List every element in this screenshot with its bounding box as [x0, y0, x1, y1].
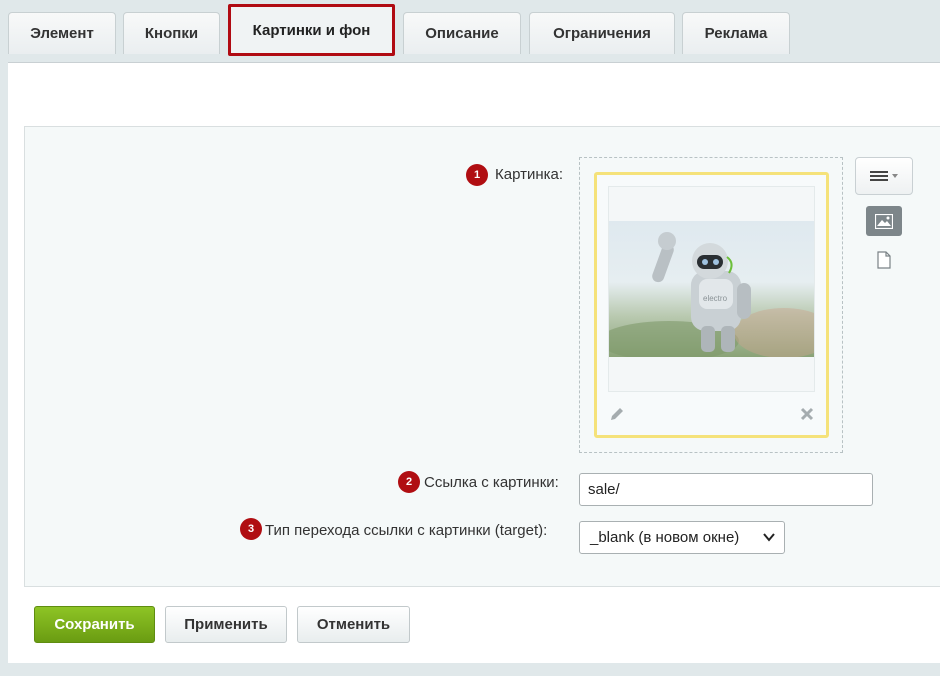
file-type-button[interactable]	[874, 250, 894, 270]
step-badge-3: 3	[240, 518, 262, 540]
image-icon	[875, 213, 893, 229]
tab-label: Элемент	[30, 25, 94, 42]
image-menu-button[interactable]	[855, 157, 913, 195]
step-badge-2: 2	[398, 471, 420, 493]
save-button[interactable]: Сохранить	[34, 606, 155, 643]
tab-label: Реклама	[704, 25, 768, 42]
edit-icon[interactable]	[608, 405, 626, 423]
link-label: Ссылка с картинки:	[424, 474, 559, 491]
tab-pictures-and-background[interactable]: Картинки и фон	[228, 4, 395, 56]
tab-label: Картинки и фон	[252, 21, 371, 39]
image-type-button[interactable]	[866, 206, 902, 236]
robot-image: electro	[609, 221, 814, 357]
robot-logo-text: electro	[703, 294, 728, 303]
target-select[interactable]: _blank (в новом окне)	[579, 521, 785, 554]
apply-button[interactable]: Применить	[165, 606, 287, 643]
tab-description[interactable]: Описание	[403, 12, 521, 54]
file-icon	[877, 251, 891, 269]
tab-label: Ограничения	[553, 25, 651, 42]
delete-icon[interactable]	[799, 406, 815, 422]
robot-illustration: electro	[609, 232, 814, 357]
chevron-down-icon	[763, 533, 775, 542]
tab-label: Кнопки	[144, 25, 199, 42]
link-input[interactable]	[579, 473, 873, 506]
tab-advertising[interactable]: Реклама	[682, 12, 790, 54]
cancel-button[interactable]: Отменить	[297, 606, 410, 643]
tab-label: Описание	[425, 25, 499, 42]
target-select-value: _blank (в новом окне)	[590, 529, 740, 546]
hamburger-icon	[870, 171, 898, 181]
tab-element[interactable]: Элемент	[8, 12, 116, 54]
step-badge-1: 1	[466, 164, 488, 186]
tab-buttons[interactable]: Кнопки	[123, 12, 220, 54]
target-label: Тип перехода ссылки с картинки (target):	[265, 522, 548, 539]
picture-label: Картинка:	[495, 166, 564, 183]
tab-restrictions[interactable]: Ограничения	[529, 12, 675, 54]
tab-bar: Элемент Кнопки Картинки и фон Описание О…	[0, 0, 940, 64]
